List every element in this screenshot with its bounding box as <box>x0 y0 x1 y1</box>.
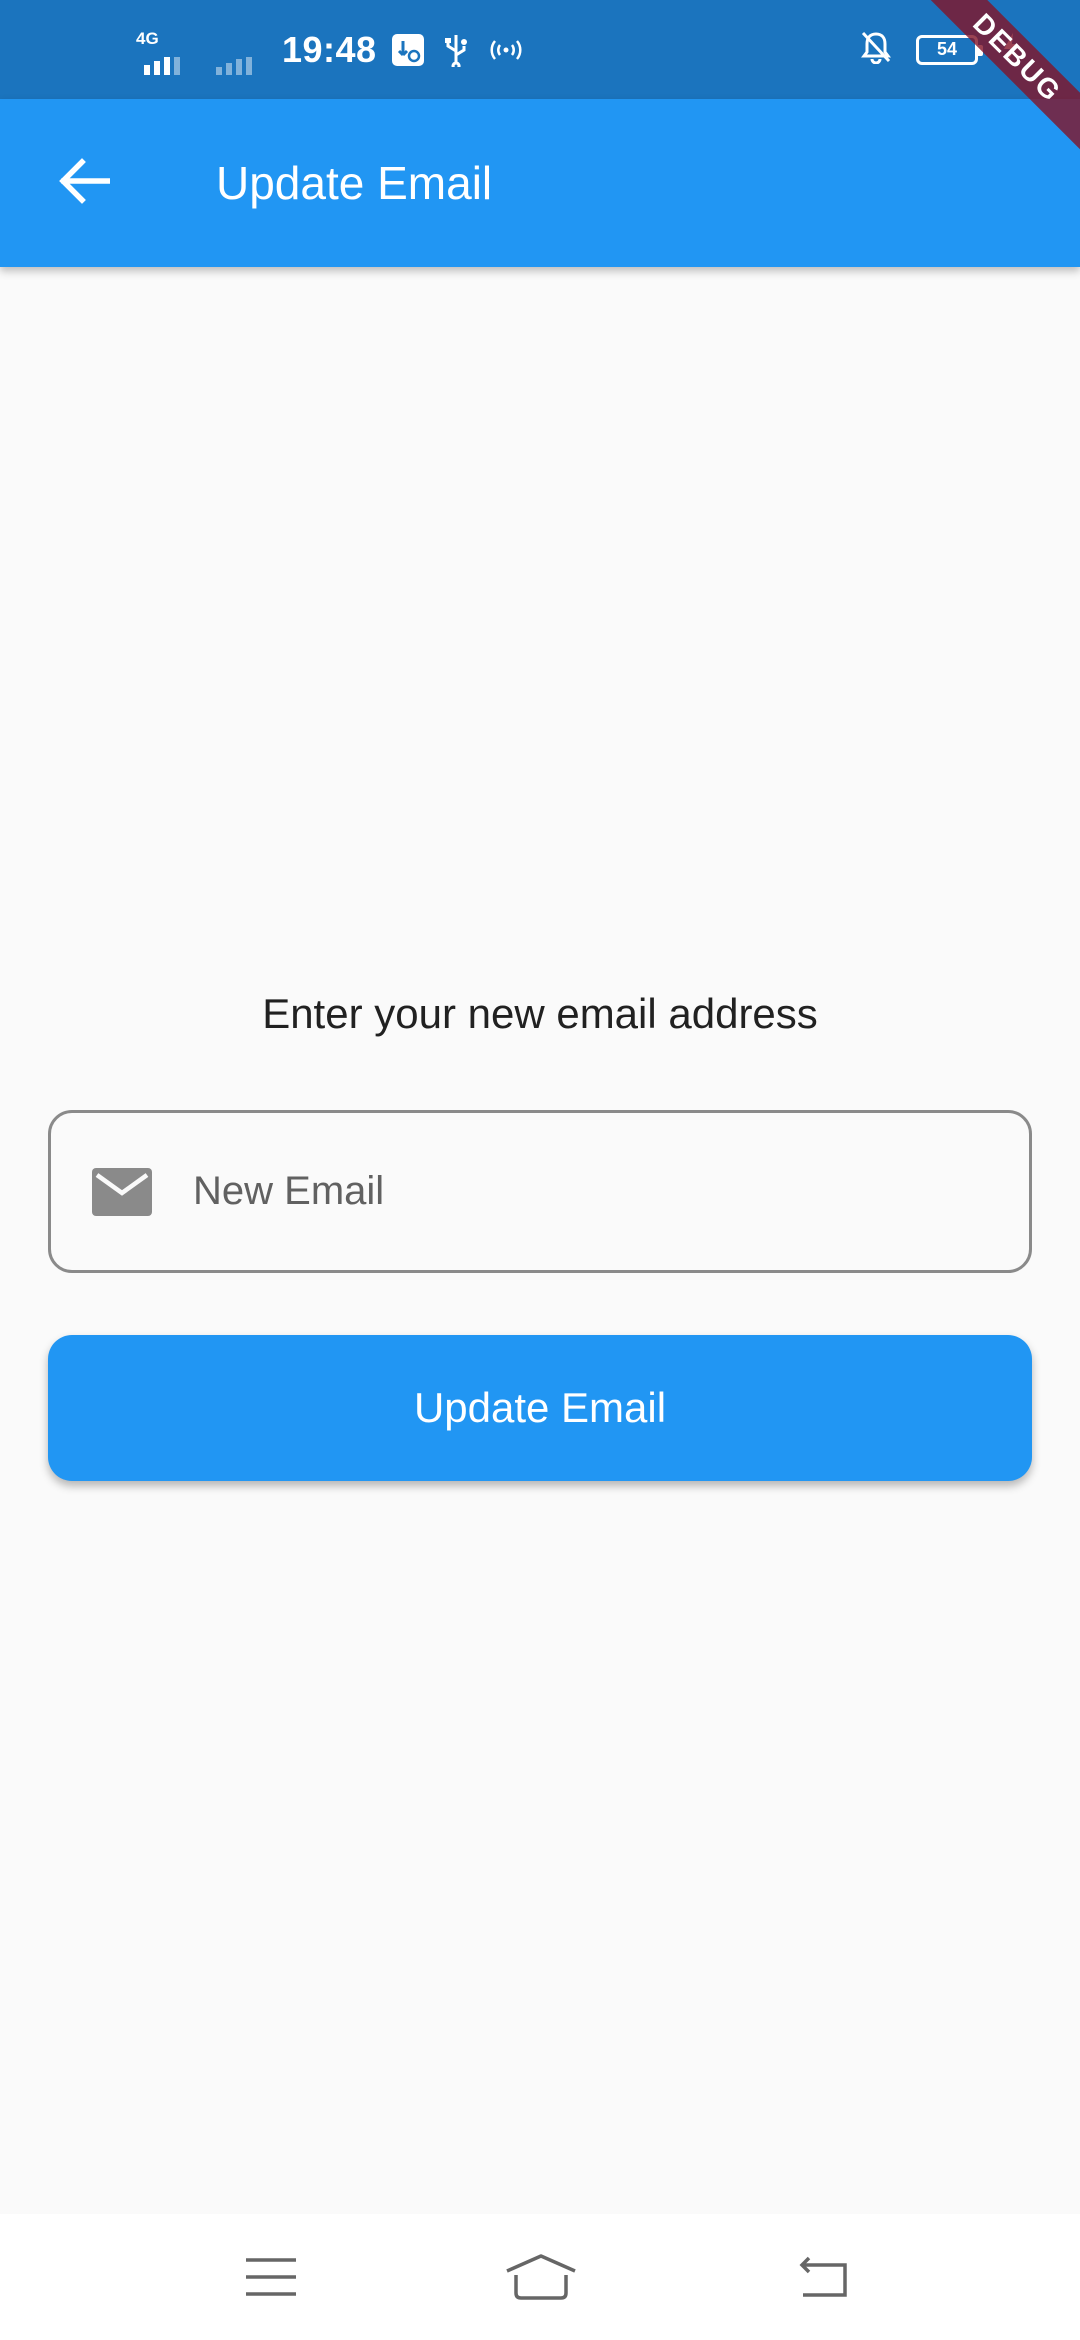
network-type-label: 4G <box>136 28 159 48</box>
update-email-button[interactable]: Update Email <box>48 1335 1032 1481</box>
status-bar: 4G 19:48 54 <box>0 0 1080 99</box>
app-bar: Update Email <box>0 99 1080 267</box>
status-time: 19:48 <box>282 28 377 70</box>
signal-sim2-icon <box>216 25 262 75</box>
email-field[interactable] <box>48 1110 1032 1273</box>
arrow-back-icon <box>58 157 111 209</box>
signal-4g-icon: 4G <box>134 25 194 75</box>
email-prompt-text: Enter your new email address <box>262 990 818 1037</box>
battery-level: 54 <box>936 39 958 59</box>
nav-menu-button[interactable] <box>226 2244 316 2314</box>
email-icon <box>91 1167 153 1217</box>
back-button[interactable] <box>46 145 122 221</box>
notifications-off-icon <box>860 30 892 69</box>
usb-icon <box>443 33 469 67</box>
hotspot-icon <box>487 35 525 65</box>
menu-icon <box>244 2256 298 2303</box>
nav-home-button[interactable] <box>496 2244 586 2314</box>
home-icon <box>504 2253 578 2306</box>
back-icon <box>795 2255 851 2304</box>
new-email-input[interactable] <box>191 1113 1011 1270</box>
system-nav-bar <box>0 2214 1080 2340</box>
battery-icon: 54 <box>916 34 983 65</box>
usb-settings-icon <box>391 33 425 67</box>
nav-back-button[interactable] <box>778 2244 868 2314</box>
page-title: Update Email <box>216 157 493 209</box>
status-bar-left: 4G 19:48 <box>134 0 543 99</box>
